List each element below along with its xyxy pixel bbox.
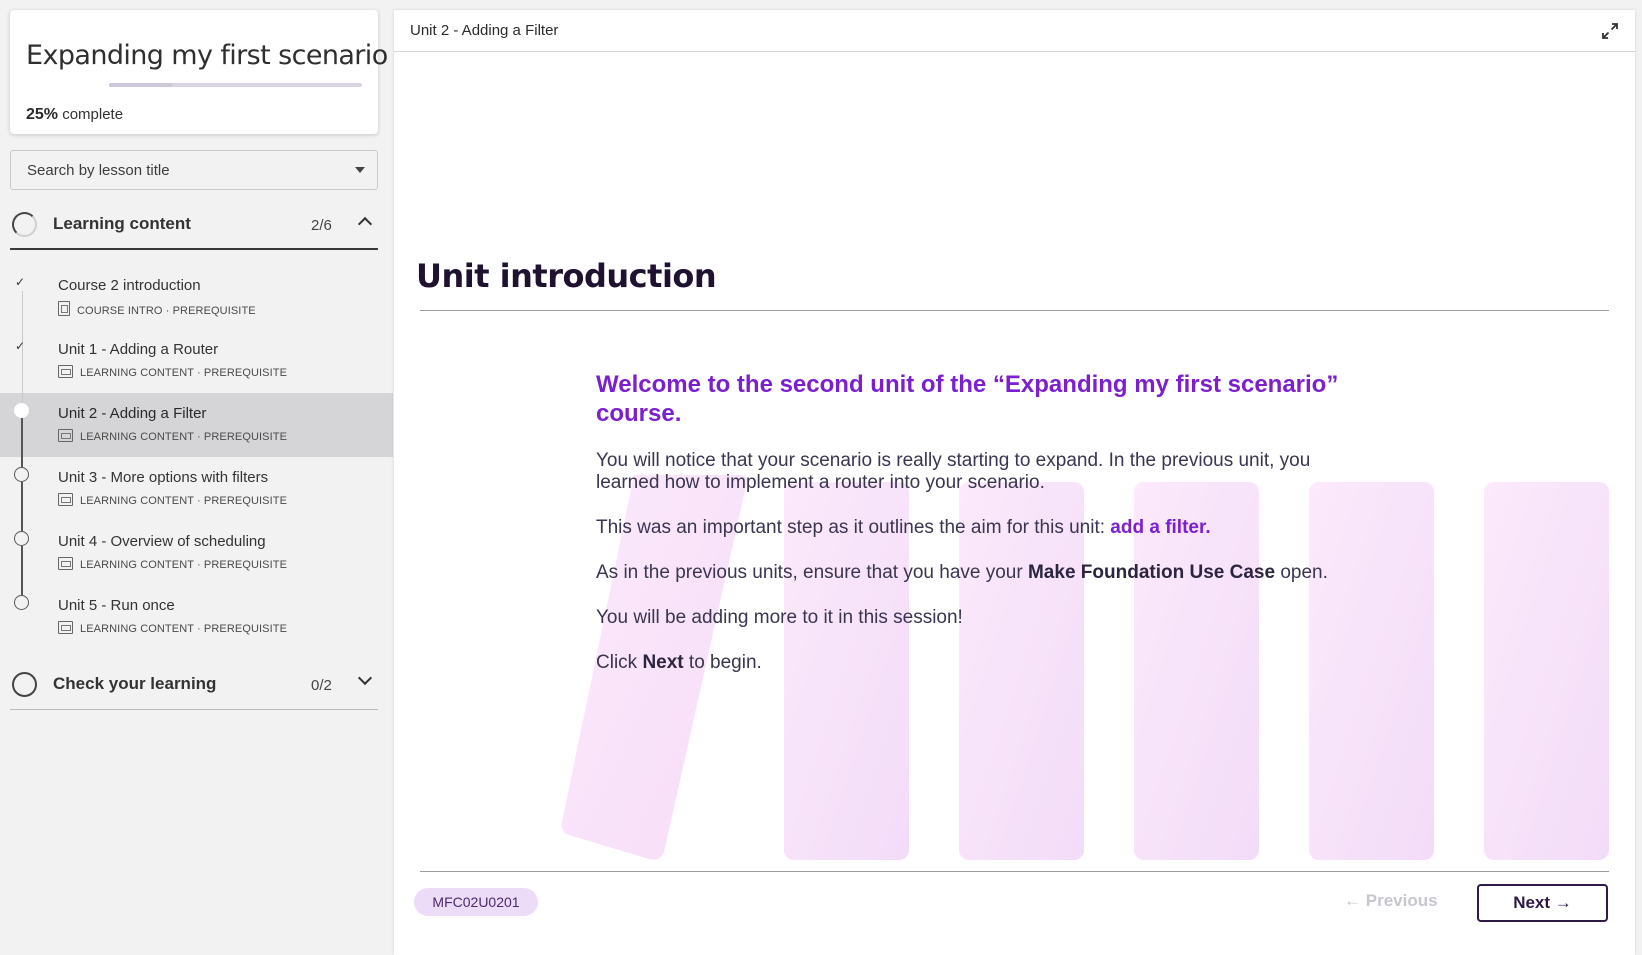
lesson-viewer: Unit 2 - Adding a Filter Unit introducti… (394, 10, 1635, 955)
slides-icon (58, 493, 73, 506)
checkmark-icon: ✓ (15, 275, 26, 289)
paragraph-2: This was an important step as it outline… (596, 517, 1356, 539)
paragraph-1: You will notice that your scenario is re… (596, 450, 1311, 493)
lesson-search-select[interactable]: Search by lesson title (10, 150, 378, 190)
slides-icon (58, 557, 73, 570)
breadcrumb: Unit 2 - Adding a Filter (410, 22, 559, 39)
lesson-title: Unit 4 - Overview of scheduling (58, 533, 266, 550)
progress-bar (109, 83, 362, 87)
lesson-meta: LEARNING CONTENT · PREREQUISITE (58, 493, 287, 507)
section-learning-content[interactable]: Learning content 2/6 (10, 200, 378, 250)
paragraph-4: You will be adding more to it in this se… (596, 607, 963, 628)
lesson-item[interactable]: ✓ Course 2 introduction COURSE INTRO · P… (0, 265, 393, 329)
empty-node-icon (14, 595, 29, 610)
caret-down-icon (355, 167, 365, 173)
lesson-meta-text: LEARNING CONTENT · PREREQUISITE (80, 495, 288, 507)
partial-progress-ring-icon (12, 212, 37, 237)
lesson-meta-text: LEARNING CONTENT · PREREQUISITE (80, 559, 288, 571)
lesson-list: ✓ Course 2 introduction COURSE INTRO · P… (0, 265, 393, 649)
paragraph-5-text: Click (596, 652, 643, 673)
next-button[interactable]: Next → (1477, 884, 1608, 922)
empty-node-icon (14, 531, 29, 546)
section-label: Learning content (53, 214, 191, 233)
lesson-meta: LEARNING CONTENT · PREREQUISITE (58, 621, 287, 635)
lesson-title: Course 2 introduction (58, 277, 201, 294)
next-emphasis: Next (642, 652, 684, 673)
section-count: 2/6 (311, 217, 332, 234)
lesson-item[interactable]: Unit 3 - More options with filters LEARN… (0, 457, 393, 521)
section-count: 0/2 (311, 677, 332, 694)
section-check-your-learning[interactable]: Check your learning 0/2 (10, 660, 378, 710)
checkmark-icon: ✓ (15, 339, 26, 353)
lesson-title: Unit 2 - Adding a Filter (58, 405, 207, 422)
section-label: Check your learning (53, 674, 217, 693)
progress-value: 25% (26, 106, 59, 123)
lesson-meta-text: LEARNING CONTENT · PREREQUISITE (80, 367, 288, 379)
progress-bar-fill (109, 83, 173, 87)
slides-icon (58, 429, 73, 442)
lesson-meta-text: LEARNING CONTENT · PREREQUISITE (80, 431, 288, 443)
course-title: Expanding my first scenario (26, 40, 388, 71)
timeline-line (21, 482, 23, 521)
paragraph-3: As in the previous units, ensure that yo… (596, 562, 1356, 584)
arrow-left-icon: ← (1344, 891, 1361, 910)
lesson-title: Unit 3 - More options with filters (58, 469, 269, 486)
slides-icon (58, 365, 73, 378)
lesson-item[interactable]: ✓ Unit 1 - Adding a Router LEARNING CONT… (0, 329, 393, 393)
lesson-item-current[interactable]: Unit 2 - Adding a Filter LEARNING CONTEN… (0, 393, 393, 457)
use-case-name: Make Foundation Use Case (1027, 562, 1276, 583)
previous-label: Previous (1365, 891, 1438, 910)
lesson-meta: LEARNING CONTENT · PREREQUISITE (58, 557, 287, 571)
timeline-line (22, 291, 23, 329)
paragraph-2-text: This was an important step as it outline… (596, 517, 1111, 538)
empty-node-icon (14, 467, 29, 482)
viewer-topbar: Unit 2 - Adding a Filter (394, 10, 1635, 52)
lesson-code-badge: MFC02U0201 (414, 888, 538, 916)
document-icon (58, 301, 70, 316)
slides-icon (58, 621, 73, 634)
next-label: Next (1513, 893, 1551, 912)
lesson-title: Unit 5 - Run once (58, 597, 175, 614)
paragraph-5: Click Next to begin. (596, 652, 1356, 674)
lesson-meta: LEARNING CONTENT · PREREQUISITE (58, 365, 287, 379)
fullscreen-expand-icon[interactable] (1601, 22, 1619, 40)
lesson-meta: COURSE INTRO · PREREQUISITE (58, 301, 256, 317)
paragraph-3-tail: open. (1275, 562, 1328, 583)
empty-progress-ring-icon (12, 672, 37, 697)
chevron-down-icon[interactable] (357, 670, 373, 686)
previous-button[interactable]: ← Previous (1344, 891, 1438, 911)
divider (420, 310, 1609, 311)
lesson-meta-text: COURSE INTRO · PREREQUISITE (77, 305, 256, 317)
add-filter-highlight: add a filter. (1110, 517, 1211, 538)
lesson-meta-text: LEARNING CONTENT · PREREQUISITE (80, 623, 288, 635)
course-sidebar: Expanding my first scenario 25% complete… (0, 0, 393, 955)
unit-title: Unit introduction (416, 257, 717, 295)
timeline-line (21, 418, 23, 457)
progress-text: 25% complete (26, 106, 123, 124)
arrow-right-icon: → (1554, 893, 1572, 912)
paragraph-5-tail: to begin. (683, 652, 762, 673)
lesson-title: Unit 1 - Adding a Router (58, 341, 219, 358)
lesson-item[interactable]: Unit 5 - Run once LEARNING CONTENT · PRE… (0, 585, 393, 649)
current-node-icon (14, 403, 29, 418)
lesson-meta: LEARNING CONTENT · PREREQUISITE (58, 429, 287, 443)
search-placeholder: Search by lesson title (27, 162, 170, 179)
welcome-heading: Welcome to the second unit of the “Expan… (596, 371, 1339, 427)
divider (420, 871, 1609, 872)
lesson-item[interactable]: Unit 4 - Overview of scheduling LEARNING… (0, 521, 393, 585)
paragraph-3-text: As in the previous units, ensure that yo… (596, 562, 1028, 583)
progress-suffix: complete (62, 106, 124, 123)
course-progress-card: Expanding my first scenario 25% complete (10, 10, 388, 134)
lesson-body: Welcome to the second unit of the “Expan… (596, 370, 1356, 697)
chevron-up-icon[interactable] (357, 216, 373, 232)
timeline-line (21, 546, 23, 585)
